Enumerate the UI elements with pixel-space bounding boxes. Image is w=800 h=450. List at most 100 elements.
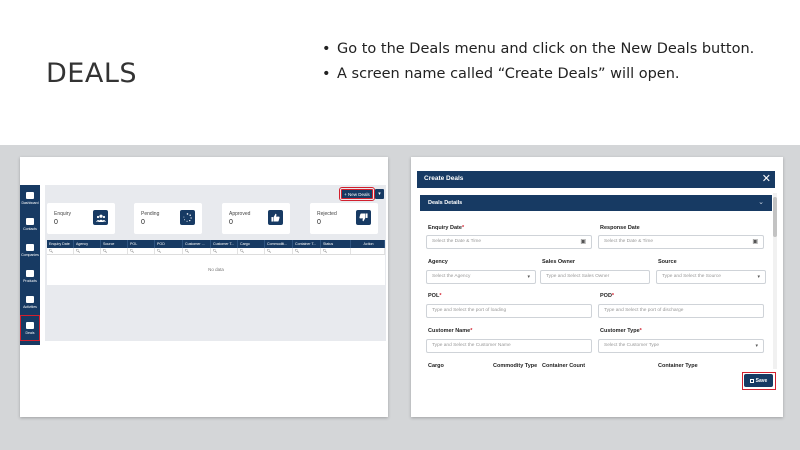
search-icon[interactable]: 🔍︎ bbox=[265, 248, 293, 254]
sidebar-item-products[interactable]: Products bbox=[20, 263, 40, 289]
save-button-label: Save bbox=[755, 377, 768, 384]
column-header[interactable]: Enquiry Date bbox=[47, 240, 74, 248]
enquiry-date-field[interactable]: Select the Date & Time ▣ bbox=[426, 235, 592, 249]
chevron-down-icon[interactable]: ⌄ bbox=[758, 198, 764, 206]
field-placeholder: Type and Select Sales Owner bbox=[546, 274, 610, 279]
required-mark: * bbox=[439, 293, 442, 299]
activities-icon bbox=[26, 295, 34, 303]
agency-select[interactable]: Select the Agency ▾ bbox=[426, 270, 536, 284]
customer-type-select[interactable]: Select the Customer Type ▾ bbox=[598, 339, 764, 353]
stat-card-rejected: Rejected 0 bbox=[310, 203, 378, 234]
sidebar-item-label: Products bbox=[23, 278, 37, 283]
agency-label: Agency bbox=[428, 259, 448, 265]
required-mark: * bbox=[461, 225, 465, 231]
dashboard-icon bbox=[26, 191, 34, 199]
field-placeholder: Type and Select the Source bbox=[662, 274, 721, 279]
sidebar-item-dashboard[interactable]: Dashboard bbox=[20, 185, 40, 211]
source-select[interactable]: Type and Select the Source ▾ bbox=[656, 270, 766, 284]
field-placeholder: Type and Select the Customer Name bbox=[432, 343, 511, 348]
pod-input[interactable]: Type and Select the port of discharge bbox=[598, 304, 764, 318]
close-icon[interactable]: ✕ bbox=[762, 172, 771, 185]
search-icon[interactable]: 🔍︎ bbox=[293, 248, 321, 254]
scrollbar-thumb[interactable] bbox=[773, 197, 777, 237]
required-mark: * bbox=[639, 328, 642, 334]
chevron-down-icon: ▾ bbox=[757, 274, 760, 280]
sidebar-item-deals[interactable]: Deals bbox=[20, 315, 40, 341]
pol-label: POL* bbox=[428, 293, 441, 299]
users-icon bbox=[93, 210, 108, 225]
stat-label: Rejected bbox=[317, 211, 337, 217]
stat-label: Approved bbox=[229, 211, 251, 217]
customer-type-label: Customer Type* bbox=[600, 328, 642, 334]
chevron-down-icon: ▾ bbox=[527, 274, 530, 280]
search-icon[interactable]: 🔍︎ bbox=[155, 248, 183, 254]
calendar-icon[interactable]: ▣ bbox=[580, 236, 586, 248]
instruction-item: A screen name called “Create Deals” will… bbox=[322, 65, 754, 83]
new-deals-button[interactable]: + New Deals bbox=[339, 187, 375, 201]
field-placeholder: Type and Select the port of discharge bbox=[604, 308, 684, 313]
column-header[interactable]: POD bbox=[155, 240, 183, 248]
deals-details-section-header[interactable]: Deals Details ⌄ bbox=[420, 195, 772, 211]
sidebar-item-label: Dashboard bbox=[21, 200, 39, 205]
column-header[interactable]: Action bbox=[351, 240, 385, 248]
table-filter-empty bbox=[351, 248, 385, 254]
column-header[interactable]: Source bbox=[101, 240, 128, 248]
source-label: Source bbox=[658, 259, 677, 265]
companies-icon bbox=[26, 243, 34, 251]
column-header[interactable]: Customer T... bbox=[211, 240, 238, 248]
sidebar-item-companies[interactable]: Companies bbox=[20, 237, 40, 263]
field-placeholder: Select the Date & Time bbox=[432, 239, 482, 244]
save-button[interactable]: Save bbox=[744, 374, 773, 387]
column-header[interactable]: Commoditi... bbox=[265, 240, 293, 248]
search-icon[interactable]: 🔍︎ bbox=[183, 248, 211, 254]
thumbs-down-icon bbox=[356, 210, 371, 225]
sidebar-item-label: Companies bbox=[21, 252, 39, 257]
column-header[interactable]: Cargo bbox=[238, 240, 265, 248]
container-count-label: Container Count bbox=[542, 363, 586, 369]
search-icon[interactable]: 🔍︎ bbox=[101, 248, 128, 254]
required-mark: * bbox=[611, 293, 615, 299]
thumbs-up-icon bbox=[268, 210, 283, 225]
stat-card-approved: Approved 0 bbox=[222, 203, 290, 234]
field-placeholder: Type and Select the port of loading bbox=[432, 308, 507, 313]
section-title: Deals Details bbox=[428, 200, 463, 206]
cargo-label: Cargo bbox=[428, 363, 444, 369]
response-date-field[interactable]: Select the Date & Time ▣ bbox=[598, 235, 764, 249]
field-label-text: Customer Name bbox=[428, 328, 471, 334]
column-header[interactable]: Status bbox=[321, 240, 351, 248]
field-label-text: Customer Type bbox=[600, 328, 640, 334]
sales-owner-input[interactable]: Type and Select Sales Owner bbox=[540, 270, 650, 284]
empty-state-text: No data bbox=[208, 267, 224, 272]
search-icon[interactable]: 🔍︎ bbox=[211, 248, 238, 254]
field-placeholder: Select the Agency bbox=[432, 274, 471, 279]
column-header[interactable]: Customer ... bbox=[183, 240, 211, 248]
field-placeholder: Select the Date & Time bbox=[604, 239, 654, 244]
deals-list-screenshot: Dashboard Contacts Companies Products Ac… bbox=[20, 157, 388, 417]
stat-label: Pending bbox=[141, 211, 160, 217]
search-icon[interactable]: 🔍︎ bbox=[47, 248, 74, 254]
sidebar-item-contacts[interactable]: Contacts bbox=[20, 211, 40, 237]
stat-card-enquiry: Enquiry 0 bbox=[47, 203, 115, 234]
sidebar-item-label: Contacts bbox=[23, 226, 37, 231]
column-header[interactable]: POL bbox=[128, 240, 155, 248]
pol-input[interactable]: Type and Select the port of loading bbox=[426, 304, 592, 318]
column-header[interactable]: Container T... bbox=[293, 240, 321, 248]
required-mark: * bbox=[470, 328, 473, 334]
search-icon[interactable]: 🔍︎ bbox=[321, 248, 351, 254]
customer-name-input[interactable]: Type and Select the Customer Name bbox=[426, 339, 592, 353]
contacts-icon bbox=[26, 217, 34, 225]
calendar-icon[interactable]: ▣ bbox=[752, 236, 758, 248]
sidebar-item-label: Deals bbox=[25, 330, 35, 335]
customer-name-label: Customer Name* bbox=[428, 328, 472, 334]
column-header[interactable]: Agency bbox=[74, 240, 101, 248]
table-filter-row: 🔍︎ 🔍︎ 🔍︎ 🔍︎ 🔍︎ 🔍︎ 🔍︎ 🔍︎ 🔍︎ 🔍︎ 🔍︎ bbox=[47, 248, 385, 255]
response-date-label: Response Date bbox=[600, 225, 640, 231]
stat-label: Enquiry bbox=[54, 211, 71, 217]
sidebar-item-activities[interactable]: Activities bbox=[20, 289, 40, 315]
search-icon[interactable]: 🔍︎ bbox=[128, 248, 155, 254]
stat-count: 0 bbox=[317, 219, 321, 226]
chevron-down-icon[interactable]: ▾ bbox=[375, 189, 384, 199]
search-icon[interactable]: 🔍︎ bbox=[74, 248, 101, 254]
sidebar-item-label: Activities bbox=[23, 304, 37, 309]
search-icon[interactable]: 🔍︎ bbox=[238, 248, 265, 254]
